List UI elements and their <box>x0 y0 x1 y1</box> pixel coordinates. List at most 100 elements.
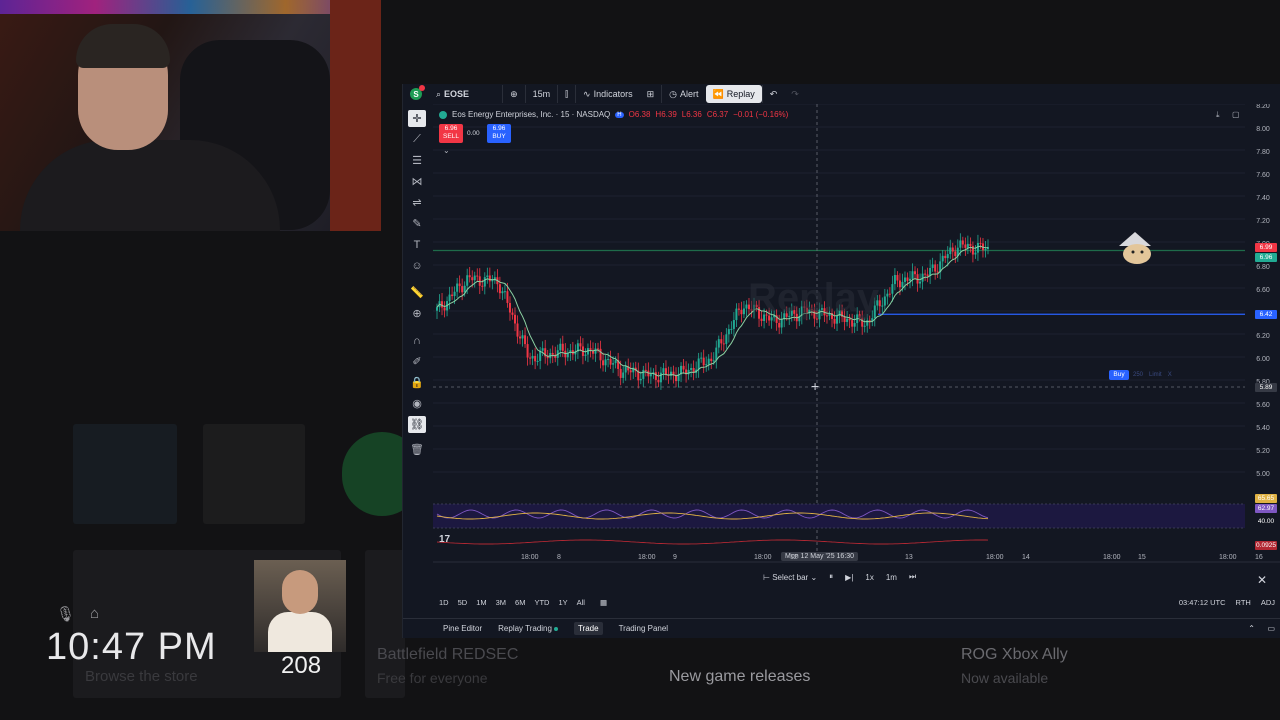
order-line-box[interactable]: 250 Limit X <box>1133 370 1223 380</box>
candle-body <box>710 358 713 362</box>
undo-button[interactable]: ↶ <box>761 85 785 103</box>
price-axis-label: 5.40 <box>1256 425 1270 432</box>
emoji-icon[interactable]: ☺ <box>408 257 426 274</box>
candle-body <box>526 344 529 358</box>
chart-type-button[interactable]: ⫿ <box>557 85 575 103</box>
step-forward-icon[interactable]: ▶| <box>845 573 853 582</box>
tile-title-new-releases[interactable]: New game releases <box>669 668 810 686</box>
candle-body <box>984 248 987 251</box>
candle-body <box>471 277 474 281</box>
candle-body <box>511 312 514 315</box>
utc-time[interactable]: 03:47:12 UTC <box>1179 598 1226 607</box>
logo-icon: S <box>410 85 425 100</box>
order-close-icon[interactable]: X <box>1168 372 1172 378</box>
text-icon[interactable]: T <box>408 236 426 253</box>
symbol-search[interactable]: ⌕ EOSE <box>429 85 476 103</box>
game-tile-cod[interactable] <box>203 424 305 524</box>
candle-body <box>851 320 854 327</box>
candle-body <box>697 358 700 370</box>
select-bar-button[interactable]: ⊢ Select bar ⌄ <box>763 573 817 582</box>
range-1m[interactable]: 1M <box>476 598 486 607</box>
candle-body <box>463 285 466 293</box>
game-tile-flight[interactable] <box>73 424 177 524</box>
candle-body <box>896 275 899 281</box>
price-chart[interactable]: 8.208.007.807.607.407.207.006.806.606.40… <box>433 104 1280 574</box>
zoom-icon[interactable]: ⊕ <box>408 305 426 322</box>
tradingview-window: S ⌕ EOSE ⊕ 15m ⫿ ∿ Indicators ⊞ ◷ Alert ⏪ Re… <box>402 84 1280 638</box>
lock-icon[interactable]: 🔒 <box>408 374 426 391</box>
alert-button[interactable]: ◷ Alert <box>661 85 705 103</box>
range-6m[interactable]: 6M <box>515 598 525 607</box>
range-ytd[interactable]: YTD <box>534 598 549 607</box>
magnet-icon[interactable]: ∩ <box>408 332 426 349</box>
tile-title-battlefield[interactable]: Battlefield REDSEC <box>377 646 518 664</box>
candle-body <box>619 368 622 378</box>
templates-button[interactable]: ⊞ <box>640 85 662 103</box>
candle-body <box>513 314 516 324</box>
range-1y[interactable]: 1Y <box>558 598 567 607</box>
candle-body <box>488 275 491 282</box>
candle-body <box>675 375 678 382</box>
clock: 10:47 PM <box>46 626 217 668</box>
range-all[interactable]: All <box>577 598 585 607</box>
pause-icon[interactable]: ⏸ <box>829 572 833 582</box>
price-axis-label: 6.80 <box>1256 264 1270 271</box>
legend-collapse-icon[interactable]: ⌄ <box>443 146 450 155</box>
session-toggle[interactable]: RTH <box>1236 598 1251 607</box>
trend-line-icon[interactable]: ⟋ <box>408 131 426 148</box>
logo-button[interactable]: S <box>403 85 429 103</box>
tab-trade[interactable]: Trade <box>573 622 603 635</box>
symbol-name[interactable]: Eos Energy Enterprises, Inc. · 15 · NASD… <box>452 110 610 119</box>
candle-body <box>971 245 974 255</box>
sell-button[interactable]: 6.96 SELL <box>439 124 463 143</box>
jump-to-realtime-icon[interactable]: ⏭ <box>909 572 916 582</box>
range-3m[interactable]: 3M <box>496 598 506 607</box>
pattern-icon[interactable]: ⋈ <box>408 173 426 190</box>
crosshair-cursor-icon: + <box>811 378 819 394</box>
range-5d[interactable]: 5D <box>458 598 468 607</box>
price-tag-bid: 6.96 <box>1255 252 1277 262</box>
range-1d[interactable]: 1D <box>439 598 449 607</box>
redo-button[interactable]: ↷ <box>784 85 806 103</box>
tab-trading-panel[interactable]: Trading Panel <box>619 624 669 633</box>
trash-icon[interactable]: 🗑 <box>408 441 426 458</box>
tab-pine-editor[interactable]: Pine Editor <box>443 624 482 633</box>
tile-title-rog[interactable]: ROG Xbox Ally <box>961 646 1068 664</box>
replay-interval-button[interactable]: 1m <box>886 573 897 582</box>
interval-button[interactable]: 15m <box>524 85 558 103</box>
macd-tag: 0.0925 <box>1255 540 1277 550</box>
price-axis-label: 5.00 <box>1256 471 1270 478</box>
price-axis-label: 5.20 <box>1256 448 1270 455</box>
download-icon[interactable]: ⤓ <box>1216 110 1220 120</box>
replay-watermark: Replay <box>748 276 880 320</box>
indicators-button[interactable]: ∿ Indicators <box>575 85 640 103</box>
order-buy-chip[interactable]: Buy <box>1109 370 1129 380</box>
link-icon[interactable]: ⛓ <box>408 416 426 433</box>
candle-body <box>649 374 652 377</box>
candle-body <box>969 243 972 246</box>
projection-icon[interactable]: ⇌ <box>408 194 426 211</box>
ruler-icon[interactable]: 📏 <box>408 284 426 301</box>
fib-icon[interactable]: ☰ <box>408 152 426 169</box>
candle-body <box>924 273 927 275</box>
brush-icon[interactable]: ✎ <box>408 215 426 232</box>
candle-body <box>659 372 662 383</box>
pencil-lock-icon[interactable]: ✐ <box>408 353 426 370</box>
fullscreen-icon[interactable]: ▢ <box>1232 110 1240 119</box>
collapse-panel-icon[interactable]: ⌃ <box>1248 624 1255 633</box>
compare-button[interactable]: ⊕ <box>502 85 525 103</box>
candle-body <box>954 251 957 257</box>
maximize-panel-icon[interactable]: ▭ <box>1267 624 1275 633</box>
grid-icon: ⊞ <box>646 88 655 99</box>
calendar-icon[interactable]: ▦ <box>600 598 607 607</box>
close-replay-icon[interactable]: ✕ <box>1257 573 1267 587</box>
tab-replay-trading[interactable]: Replay Trading <box>498 624 558 633</box>
crosshair-icon[interactable]: ✛ <box>408 110 426 127</box>
buy-button[interactable]: 6.96 BUY <box>487 124 511 143</box>
adj-toggle[interactable]: ADJ <box>1261 598 1275 607</box>
speed-button[interactable]: 1x <box>865 573 873 582</box>
eye-icon[interactable]: ◉ <box>408 395 426 412</box>
status-info: 03:47:12 UTC RTH ADJ <box>1179 598 1275 607</box>
replay-button[interactable]: ⏪ Replay <box>705 85 762 103</box>
candle-body <box>949 247 952 255</box>
